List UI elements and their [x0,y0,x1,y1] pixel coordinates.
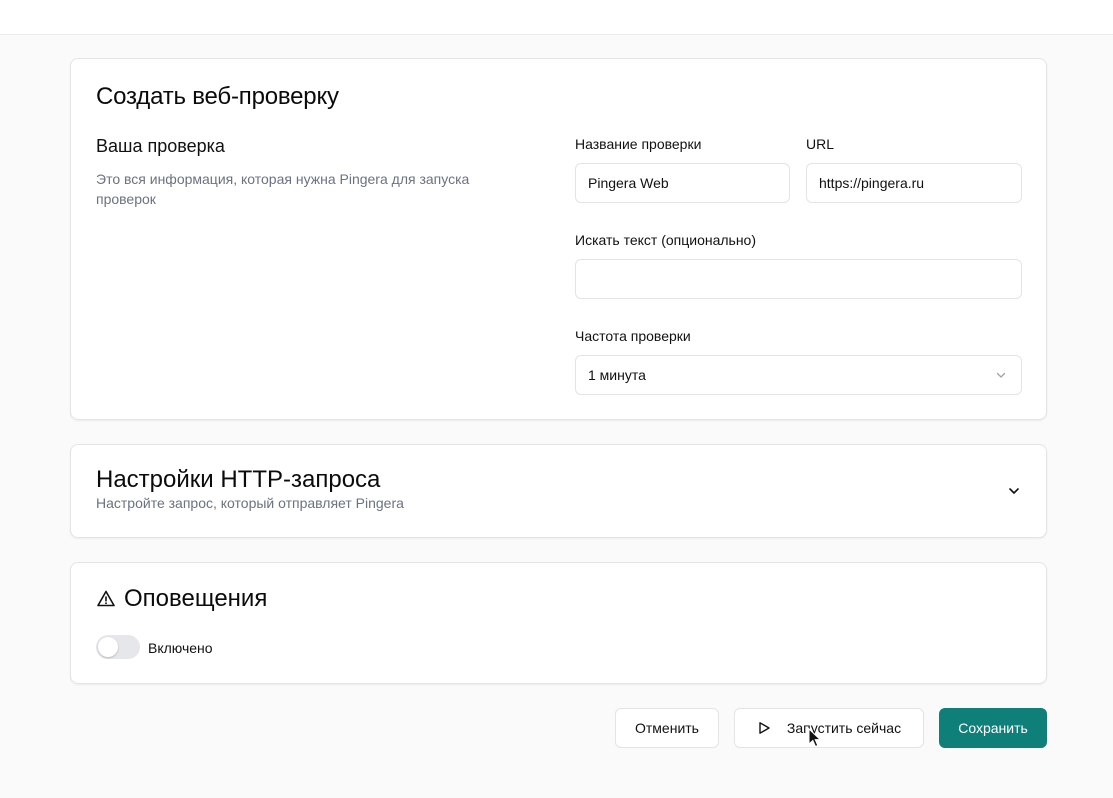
search-text-input[interactable] [575,259,1022,299]
search-text-label: Искать текст (опционально) [575,232,757,248]
check-name-label: Название проверки [575,136,702,152]
check-name-input[interactable]: Pingera Web [575,163,790,203]
play-icon [759,722,770,734]
save-button[interactable]: Сохранить [939,708,1047,748]
run-now-button-label: Запустить сейчас [786,720,902,736]
section-description: Это вся информация, которая нужна Pinger… [96,171,470,207]
url-input[interactable]: https://pingera.ru [806,163,1022,203]
frequency-value: 1 минута [588,367,646,383]
http-settings-title: Настройки HTTP-запроса [96,466,381,493]
run-now-button[interactable]: Запустить сейчас [734,708,924,748]
alerts-title: Оповещения [124,585,268,612]
top-bar [0,0,1113,35]
cancel-button[interactable]: Отменить [615,708,719,748]
page-title: Создать веб-проверку [96,83,339,110]
http-settings-description: Настройте запрос, который отправляет Pin… [96,495,404,511]
section-title: Ваша проверка [96,136,225,156]
mouse-pointer-icon [808,728,822,748]
toggle-knob [98,637,118,657]
http-settings-card[interactable]: Настройки HTTP-запроса Настройте запрос,… [70,444,1047,538]
cancel-button-label: Отменить [635,720,699,736]
url-label: URL [806,136,835,152]
save-button-label: Сохранить [958,720,1028,736]
alerts-enabled-label: Включено [148,640,213,656]
warning-triangle-icon [97,590,115,607]
create-check-card: Создать веб-проверку Ваша проверка Это в… [70,58,1047,420]
chevron-down-icon [996,372,1006,378]
frequency-label: Частота проверки [575,328,691,344]
frequency-select[interactable]: 1 минута [575,355,1022,395]
alerts-enabled-toggle[interactable] [96,635,140,659]
alerts-card: Оповещения Включено [70,562,1047,684]
alerts-header: Оповещения [96,585,267,613]
chevron-down-icon[interactable] [1006,483,1022,499]
